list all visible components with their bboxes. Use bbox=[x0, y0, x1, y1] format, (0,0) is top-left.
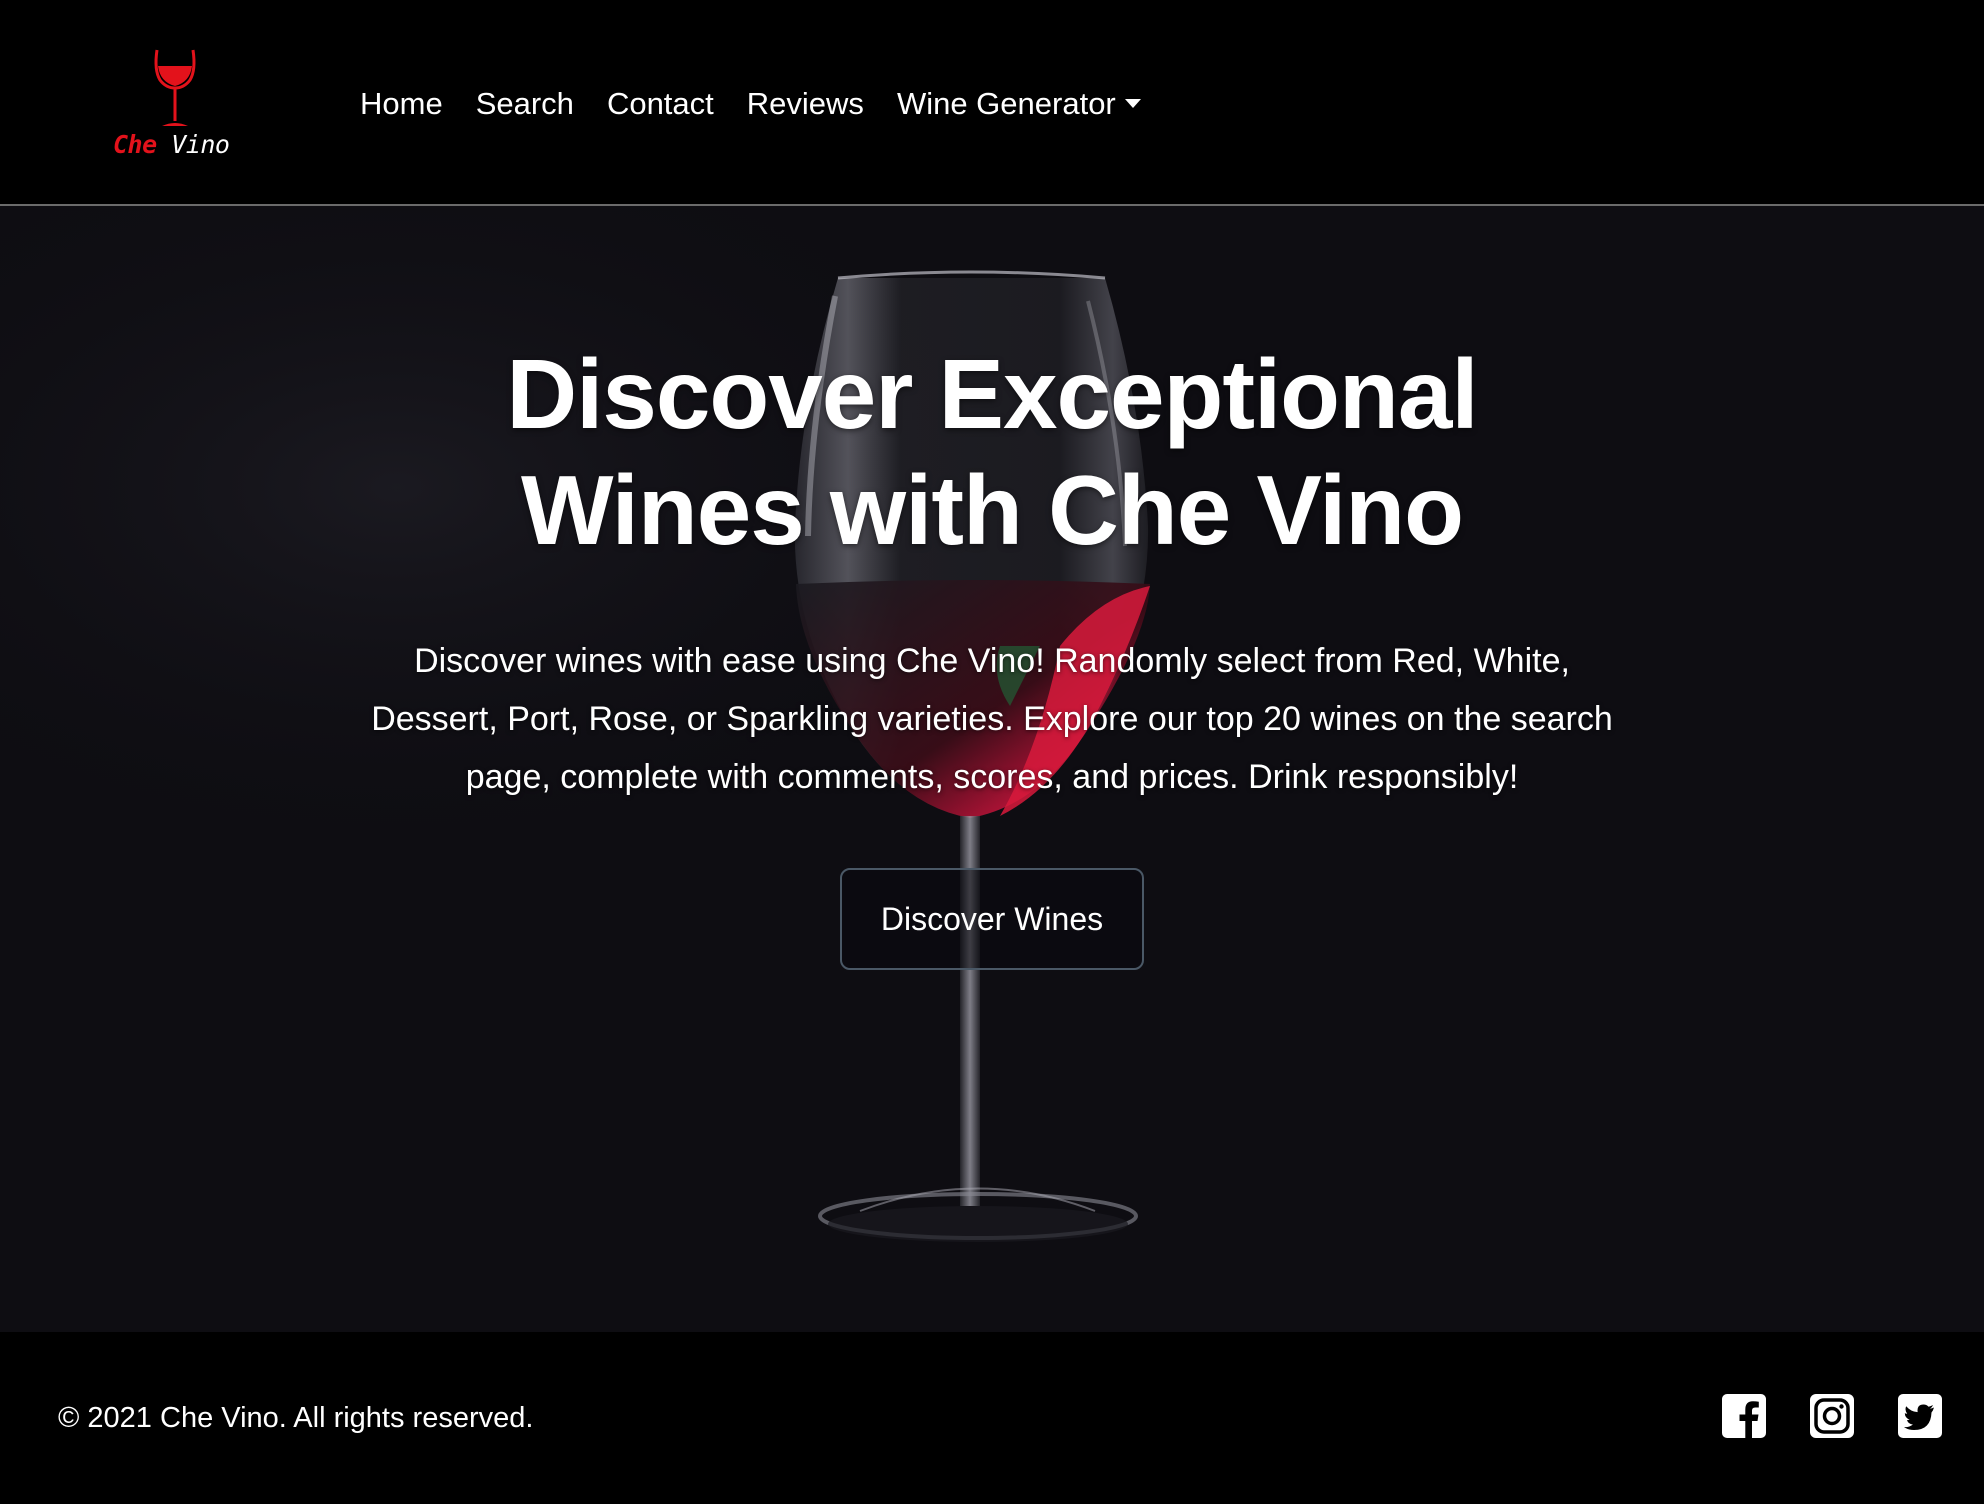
caret-down-icon bbox=[1124, 99, 1141, 108]
nav-contact[interactable]: Contact bbox=[607, 82, 714, 126]
hero-description: Discover wines with ease using Che Vino!… bbox=[371, 642, 1613, 796]
brand-logo[interactable]: Che Vino bbox=[108, 48, 238, 166]
brand-name-part1: Che bbox=[113, 130, 157, 159]
facebook-icon[interactable] bbox=[1722, 1394, 1766, 1438]
main-nav: Home Search Contact Reviews Wine Generat… bbox=[360, 82, 1174, 126]
hero-title-line2: Wines with Che Vino bbox=[520, 455, 1464, 565]
nav-wine-generator-label: Wine Generator bbox=[896, 86, 1116, 121]
instagram-icon[interactable] bbox=[1810, 1394, 1854, 1438]
twitter-icon[interactable] bbox=[1898, 1394, 1942, 1438]
copyright-text: © 2021 Che Vino. All rights reserved. bbox=[58, 1402, 534, 1434]
footer: © 2021 Che Vino. All rights reserved. bbox=[0, 1332, 1984, 1504]
hero-title-line1: Discover Exceptional bbox=[506, 339, 1478, 449]
wine-glass-icon bbox=[154, 49, 196, 126]
hero-title: Discover Exceptional Wines with Che Vino bbox=[342, 336, 1642, 568]
brand-name: Che Vino bbox=[113, 130, 230, 159]
nav-wine-generator-dropdown[interactable]: Wine Generator bbox=[897, 82, 1141, 126]
hero-section: Discover Exceptional Wines with Che Vino… bbox=[0, 206, 1984, 1332]
brand-name-part2: Vino bbox=[171, 130, 230, 159]
navbar: Che Vino Home Search Contact Reviews Win… bbox=[0, 0, 1984, 206]
nav-search[interactable]: Search bbox=[476, 82, 574, 126]
discover-wines-button[interactable]: Discover Wines bbox=[840, 868, 1144, 970]
nav-reviews[interactable]: Reviews bbox=[747, 82, 864, 126]
nav-home[interactable]: Home bbox=[360, 82, 443, 126]
